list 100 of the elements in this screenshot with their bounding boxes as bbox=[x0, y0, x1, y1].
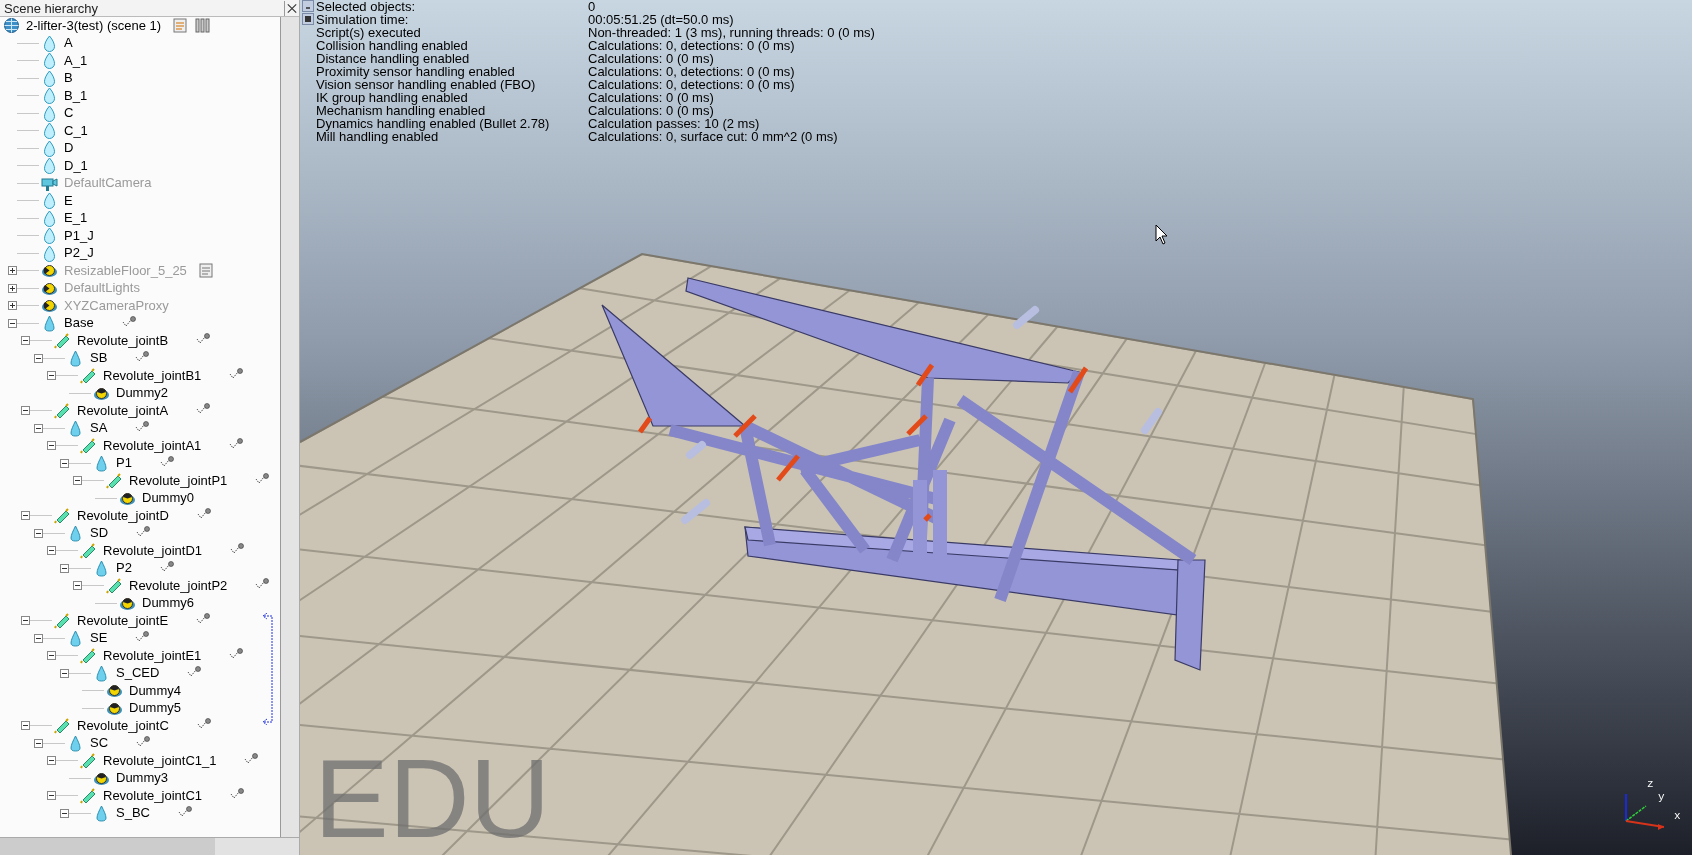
horizontal-scrollbar[interactable] bbox=[0, 837, 299, 855]
expand-toggle[interactable] bbox=[47, 546, 56, 556]
tree-item[interactable]: SE bbox=[90, 630, 108, 647]
mouse-cursor-icon bbox=[1155, 224, 1169, 245]
tree-item[interactable]: Dummy3 bbox=[116, 770, 168, 787]
expand-toggle[interactable] bbox=[8, 301, 17, 311]
tree-item[interactable]: SD bbox=[90, 525, 109, 542]
tree-item[interactable]: Dummy4 bbox=[129, 682, 181, 699]
tree-item[interactable]: Revolute_jointC1_1 bbox=[103, 752, 217, 769]
panel-title: Scene hierarchy bbox=[3, 0, 98, 16]
tree-item[interactable]: C_1 bbox=[64, 122, 88, 139]
info-label: Script(s) executed bbox=[316, 26, 422, 39]
tree-item[interactable]: Dummy2 bbox=[116, 385, 168, 402]
tree-item[interactable]: Revolute_jointB bbox=[77, 332, 169, 349]
expand-toggle[interactable] bbox=[21, 616, 30, 626]
tree-item[interactable]: Revolute_jointC1 bbox=[103, 787, 202, 804]
tree-item[interactable]: P2_J bbox=[64, 245, 94, 262]
expand-toggle[interactable] bbox=[73, 581, 82, 591]
tree-item[interactable]: Revolute_jointE bbox=[77, 612, 169, 629]
info-label: IK group handling enabled bbox=[316, 91, 469, 104]
x-axis-arrow bbox=[1625, 820, 1665, 830]
tree-item[interactable]: C bbox=[64, 105, 74, 122]
tree-item[interactable]: Revolute_jointC bbox=[77, 717, 169, 734]
tree-item[interactable]: B_1 bbox=[64, 87, 88, 104]
cylinder-icon bbox=[80, 752, 97, 770]
cone-icon bbox=[93, 559, 110, 577]
tree-item[interactable]: SB bbox=[90, 350, 108, 367]
expand-toggle[interactable] bbox=[34, 423, 43, 433]
expand-toggle[interactable] bbox=[47, 651, 56, 661]
tree-item[interactable]: 2-lifter-3(test) (scene 1) bbox=[26, 17, 162, 34]
layers-icon[interactable] bbox=[194, 17, 212, 35]
tree-item[interactable]: E_1 bbox=[64, 210, 88, 227]
expand-toggle[interactable] bbox=[21, 336, 30, 346]
tree-item[interactable]: A bbox=[64, 35, 73, 52]
tree-item[interactable]: Dummy6 bbox=[142, 595, 194, 612]
info-label: Selected objects: bbox=[316, 0, 416, 13]
expand-toggle[interactable] bbox=[47, 371, 56, 381]
tree-item[interactable]: D bbox=[64, 140, 74, 157]
tree-item[interactable]: Revolute_jointA bbox=[77, 402, 169, 419]
tree-item[interactable]: D_1 bbox=[64, 157, 88, 174]
expand-toggle[interactable] bbox=[34, 353, 43, 363]
rod-drawing bbox=[1141, 408, 1162, 434]
tree-item[interactable]: P1 bbox=[116, 455, 132, 472]
tree-item[interactable]: Revolute_jointE1 bbox=[103, 647, 202, 664]
tree-item[interactable]: Dummy0 bbox=[142, 490, 194, 507]
tree-item[interactable]: Revolute_jointP1 bbox=[129, 472, 228, 489]
expand-toggle[interactable] bbox=[47, 756, 56, 766]
cone-icon bbox=[67, 419, 84, 437]
collapse-button-icon[interactable] bbox=[302, 0, 314, 12]
expand-toggle[interactable] bbox=[34, 738, 43, 748]
close-icon[interactable] bbox=[284, 0, 299, 16]
tree-item[interactable]: A_1 bbox=[64, 52, 88, 69]
cone-icon bbox=[67, 349, 84, 367]
expand-toggle[interactable] bbox=[47, 441, 56, 451]
globe-icon bbox=[3, 17, 20, 35]
drop-icon bbox=[41, 87, 58, 105]
tree-item[interactable]: S_CED bbox=[116, 665, 160, 682]
tree-item[interactable]: Revolute_jointA1 bbox=[103, 437, 202, 454]
tree-item[interactable]: SC bbox=[90, 735, 109, 752]
tree-item[interactable]: E bbox=[64, 192, 73, 209]
tree-item[interactable]: Revolute_jointB1 bbox=[103, 367, 202, 384]
expand-toggle[interactable] bbox=[8, 283, 17, 293]
cylinder-icon bbox=[80, 787, 97, 805]
cylinder-icon bbox=[80, 367, 97, 385]
expand-toggle[interactable] bbox=[60, 563, 69, 573]
expand-toggle[interactable] bbox=[60, 808, 69, 818]
tree-item[interactable]: B bbox=[64, 70, 73, 87]
expand-toggle[interactable] bbox=[73, 476, 82, 486]
info-value: Calculations: 0, surface cut: 0 mm^2 (0 ms) bbox=[588, 130, 839, 143]
drop-icon bbox=[41, 209, 58, 227]
cone-icon bbox=[67, 629, 84, 647]
drop-icon bbox=[41, 34, 58, 52]
expand-toggle[interactable] bbox=[60, 458, 69, 468]
expand-toggle[interactable] bbox=[21, 406, 30, 416]
expand-toggle[interactable] bbox=[34, 633, 43, 643]
info-value: Calculations: 0, detections: 0 (0 ms) bbox=[588, 65, 796, 78]
drop-icon bbox=[41, 227, 58, 245]
tree-item[interactable]: S_BC bbox=[116, 805, 150, 822]
scrollbar[interactable] bbox=[281, 17, 299, 837]
expand-toggle[interactable] bbox=[21, 721, 30, 731]
disc-icon bbox=[106, 682, 123, 700]
expand-toggle[interactable] bbox=[34, 528, 43, 538]
tree-item[interactable]: Base bbox=[64, 315, 94, 332]
cone-icon bbox=[93, 664, 110, 682]
tree-item[interactable]: Revolute_jointD1 bbox=[103, 542, 202, 559]
tree-item[interactable]: Revolute_jointP2 bbox=[129, 577, 228, 594]
tree-item[interactable]: SA bbox=[90, 420, 108, 437]
tree-item[interactable]: P2 bbox=[116, 560, 132, 577]
expand-toggle[interactable] bbox=[8, 318, 17, 328]
disc-icon bbox=[41, 297, 58, 315]
expand-toggle[interactable] bbox=[21, 511, 30, 521]
expand-toggle[interactable] bbox=[60, 668, 69, 678]
stop-button-icon[interactable] bbox=[302, 13, 314, 25]
tree-item[interactable]: P1_J bbox=[64, 227, 94, 244]
cylinder-icon bbox=[54, 612, 71, 630]
expand-toggle[interactable] bbox=[8, 266, 17, 276]
tree-item[interactable]: Dummy5 bbox=[129, 700, 181, 717]
tree-item[interactable]: Revolute_jointD bbox=[77, 507, 169, 524]
expand-toggle[interactable] bbox=[47, 791, 56, 801]
axis-label: y bbox=[1658, 791, 1665, 803]
